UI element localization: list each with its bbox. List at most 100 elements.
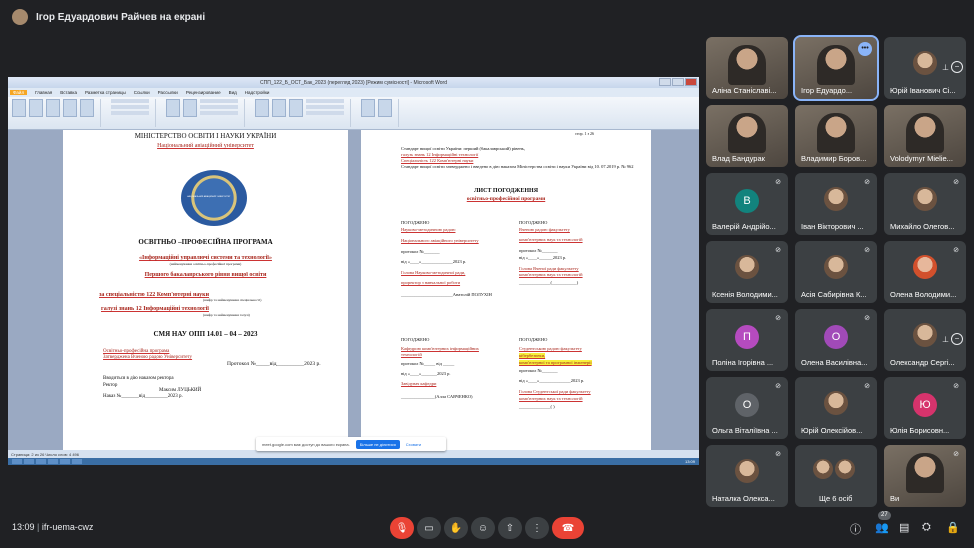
ribbon-button [255,99,269,117]
self-video [906,453,944,493]
participant-tile[interactable]: Владимир Боров... [795,105,877,167]
activities-icon[interactable]: ⛭ [922,521,931,534]
more-participants-label: Ще 6 осіб [819,494,853,503]
participant-tile[interactable]: ⊥ − Олександр Сергі... [884,309,966,371]
taskbar-item [36,459,46,464]
pin-icon[interactable]: ⊥ [942,63,949,72]
screen-share-notification: meet.google.com має доступ до вашого екр… [256,437,446,451]
participant-tile[interactable]: ⊘ Наталка Олекса... [706,445,788,507]
ribbon-group-show [111,99,156,127]
block-line: проректор з навчальної роботи [401,280,461,285]
participant-tile[interactable]: ⊘ О Ольга Віталіївна ... [706,377,788,439]
people-icon[interactable]: 👥 [875,521,889,534]
tab-view: Вид [228,90,237,95]
block-line: ПОГОДЖЕНО [519,337,548,342]
reactions-button[interactable]: ☺ [471,517,495,539]
ribbon-button [29,99,43,117]
hide-notice-link[interactable]: Сховати [406,442,421,447]
self-view-tile[interactable]: ⊘ Ви [884,445,966,507]
leave-call-button[interactable]: ☎ [552,517,584,539]
word-status-text: Страница: 2 из 26 Число слов: 4 496 [11,451,80,457]
participant-video [817,113,855,153]
block-line: комп'ютерної та програмної інженерії [519,360,592,365]
participant-avatar [735,459,759,483]
mic-off-icon: 🎙 [395,522,409,534]
order-line: Наказ №_______від_________2023 р. [103,394,183,399]
host-controls-icon[interactable]: 🔒 [946,521,960,534]
tab-mailings: Рассылки [157,90,178,95]
protocol-line: Протокол №_____від__________2023 р. [227,361,321,367]
participant-tile[interactable]: ⊘ В Валерій Андрійо... [706,173,788,235]
participant-tile[interactable]: ⊘ Ксенія Володими... [706,241,788,303]
remove-from-view-icon[interactable]: − [951,61,963,73]
presenter-avatar [12,9,28,25]
ribbon-group-macros [361,99,399,127]
participant-name: Аліна Станіславі... [712,86,777,95]
participant-avatar [913,187,937,211]
participant-tile[interactable]: Volodymyr Mielie... [884,105,966,167]
camera-toggle-button[interactable]: ▭ [417,517,441,539]
hand-icon: ✋ [449,522,463,534]
participant-name: Ви [890,494,900,503]
word-ribbon [8,97,699,130]
more-options-button[interactable]: ⋮ [525,517,549,539]
participant-name: Олена Василівна... [801,358,868,367]
block-line: ПОГОДЖЕНО [519,220,548,225]
participant-tile[interactable]: ⊘ П Поліна Ігорівна ... [706,309,788,371]
ribbon-button [361,99,375,117]
approved-line-1: Освітньо-професійна програма [103,349,170,354]
participant-video [817,45,855,85]
stop-sharing-button[interactable]: Більше не ділитися [355,439,400,449]
ribbon-button [46,99,60,117]
mic-off-icon: ⊘ [953,179,959,186]
participant-tile[interactable]: Влад Бандурак [706,105,788,167]
enacted-line: Вводиться в дію наказом ректора [103,376,174,381]
raise-hand-button[interactable]: ✋ [444,517,468,539]
ribbon-button [12,99,26,117]
logo-text: НАЦІОНАЛЬНИЙ АВІАЦІЙНИЙ УНІВЕРСИТЕТ [187,196,231,198]
word-title-bar: СПП_122_Б_ОСТ_Бак_2023 (перегляд 2023) [… [8,77,699,88]
participant-tile[interactable]: ⊘ Олена Володими... [884,241,966,303]
field-of-knowledge: галузі знань 12 Інформаційні технології [101,306,209,312]
block-line: _______________(Алла САВЧЕНКО) [401,394,473,399]
block-line: технологій [401,352,422,357]
participant-tile[interactable]: ⊘ Михайло Олегов... [884,173,966,235]
more-participants-tile[interactable]: Ще 6 осіб [795,445,877,507]
word-title: СПП_122_Б_ОСТ_Бак_2023 (перегляд 2023) [… [260,79,447,86]
participant-tile[interactable]: ⊘ Ю Юлія Борисовн... [884,377,966,439]
rector-label: Ректор [103,383,118,388]
participant-tile-pinned[interactable]: ••• Ігор Едуардо... [793,35,879,101]
document-code: СМЯ НАУ ОПП 14.01 – 04 – 2023 [153,330,258,338]
participant-tile[interactable]: Аліна Станіславі... [706,37,788,99]
participant-video [728,113,766,153]
block-line: від «____»______________2023 р. [401,259,467,264]
block-line: від «____»______________2023 р. [519,378,585,383]
participant-tile[interactable]: ⊘ О Олена Василівна... [795,309,877,371]
standard-line-4: Стандарт вищої освіти затверджено і введ… [401,164,634,169]
ribbon-button [63,99,77,117]
mic-off-icon: ⊘ [775,315,781,322]
participant-tile[interactable]: ⊥ − Юрій Іванович Сі... [884,37,966,99]
block-line: комп'ютерних наук та технологій [519,272,583,277]
mic-toggle-button[interactable]: 🎙 [390,517,414,539]
meeting-info-separator: | [37,522,40,532]
present-screen-button[interactable]: ⇧ [498,517,522,539]
participant-initial: П [735,325,759,349]
more-options-icon[interactable]: ••• [858,42,872,56]
taskbar-clock: 13:09 [684,459,695,464]
standard-line-3: Спеціальність 122 Комп'ютерні науки [401,158,474,163]
meeting-details-icon[interactable]: ⓘ [850,521,861,537]
pin-icon[interactable]: ⊥ [942,335,949,344]
chat-icon[interactable]: ▤ [899,521,909,534]
remove-from-view-icon[interactable]: − [951,333,963,345]
emoji-icon: ☺ [477,522,489,534]
participant-tile[interactable]: ⊘ Асія Сабирівна К... [795,241,877,303]
university-name: Національний авіаційний університет [157,143,254,149]
participant-tile[interactable]: ⊘ Юрій Олексійов... [795,377,877,439]
specialty: за спеціальністю 122 Комп'ютерні науки [99,292,210,298]
participant-name: Юлія Борисовн... [890,426,950,435]
participant-tile[interactable]: ⊘ Іван Вікторович ... [795,173,877,235]
meeting-controls-bar: 13:09 | ifr-uema-cwz 🎙 ▭ ✋ ☺ ⇧ ⋮ ☎ ⓘ 👥 2… [0,508,974,548]
presenter-label: Ігор Едуардович Райчев на екрані [36,11,206,23]
tab-file: Файл [10,90,28,95]
